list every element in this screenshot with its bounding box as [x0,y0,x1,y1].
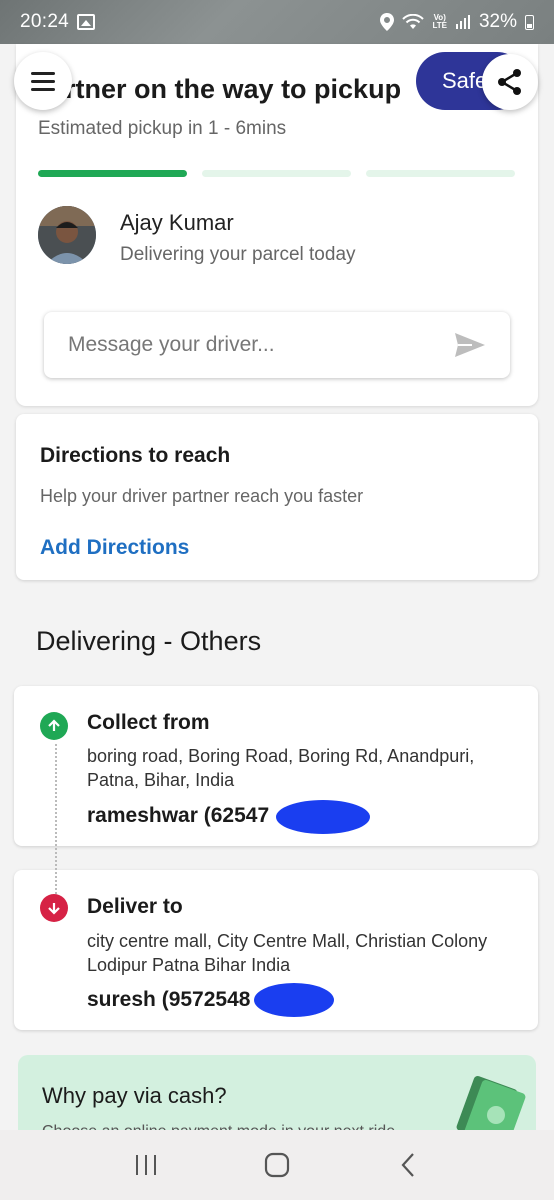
drop-address: city centre mall, City Centre Mall, Chri… [87,931,488,975]
message-driver-field[interactable] [44,312,510,378]
location-icon [380,13,395,31]
page-title: Partner on the way to pickup [52,74,402,104]
status-time: 20:24 [20,11,70,32]
back-button[interactable] [383,1140,433,1190]
signal-icon [455,15,470,29]
wifi-icon [402,14,425,29]
pickup-eta: Estimated pickup in 1 - 6mins [38,118,287,139]
back-icon [401,1153,415,1177]
volte-lte-icon: Vo) LTE [432,13,447,30]
directions-title: Directions to reach [40,444,231,467]
home-icon [264,1152,290,1178]
pickup-contact: rameshwar (62547 [87,804,270,827]
hamburger-icon [31,71,55,75]
pickup-address: boring road, Boring Road, Boring Rd, Ana… [87,746,475,790]
recent-apps-icon [135,1155,156,1175]
battery-percent: 32% [478,11,517,32]
drop-title: Deliver to [87,895,183,918]
route-connector [55,744,57,894]
system-nav-bar [0,1130,554,1200]
recent-apps-button[interactable] [121,1140,171,1190]
directions-card: Directions to reach Help your driver par… [16,414,538,580]
home-button[interactable] [252,1140,302,1190]
status-indicators: Vo) LTE 32% [380,11,534,33]
pickup-title: Collect from [87,711,210,734]
cash-promo-title: Why pay via cash? [42,1083,227,1108]
drop-marker-icon [40,894,68,922]
status-bar: 20:24 Vo) LTE 32% [0,0,554,44]
driver-name: Ajay Kumar [120,210,234,235]
message-input[interactable] [68,333,454,357]
battery-icon [525,14,534,30]
drop-card: Deliver to city centre mall, City Centre… [14,870,538,1030]
menu-button[interactable] [14,52,72,110]
redaction-scribble [276,800,370,834]
add-directions-link[interactable]: Add Directions [40,536,189,560]
driver-subtitle: Delivering your parcel today [120,244,356,265]
redaction-scribble [254,983,334,1017]
drop-contact: suresh (9572548 [87,988,251,1011]
progress-segment-2 [202,170,351,177]
directions-subtitle: Help your driver partner reach you faste… [40,486,364,506]
share-button[interactable] [482,54,538,110]
driver-photo [38,206,96,264]
send-icon[interactable] [454,332,486,358]
progress-segment-3 [366,170,515,177]
progress-segment-1 [38,170,187,177]
section-title: Delivering - Others [36,626,262,656]
pickup-card: Collect from boring road, Boring Road, B… [14,686,538,846]
pickup-marker-icon [40,712,68,740]
driver-avatar[interactable] [38,206,96,264]
share-icon [498,69,521,95]
gallery-icon [77,14,96,30]
